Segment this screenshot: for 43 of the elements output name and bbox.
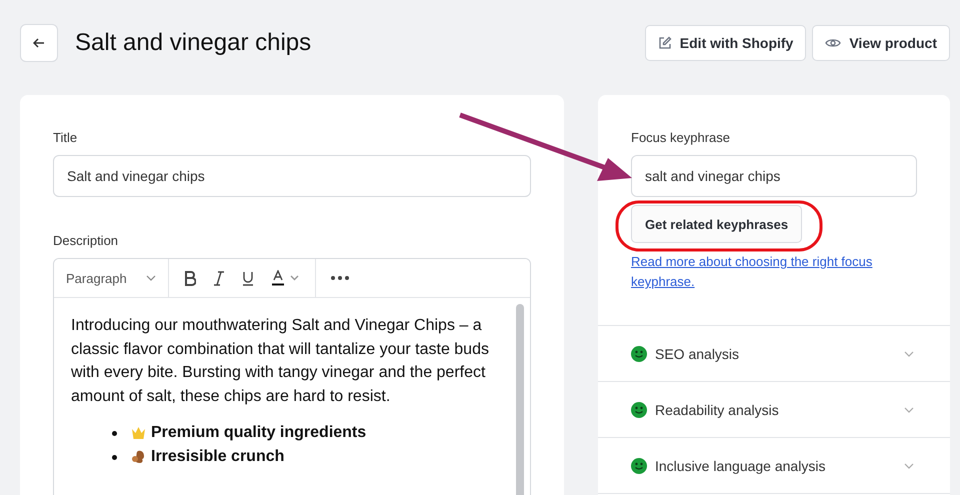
rich-text-editor[interactable] xyxy=(53,258,531,495)
bullet-dot xyxy=(112,454,117,460)
paragraph-format-select[interactable]: Paragraph xyxy=(54,259,169,297)
get-related-keyphrases-button[interactable]: Get related keyphrases xyxy=(631,205,802,243)
description-paragraph: Introducing our mouthwatering Salt and Vinegar Chips – a classic flavor combination that will tantalize your taste buds with every bite. Bursting with tangy vinegar and the perfect amount of salt, these chips are hard to resist. xyxy=(71,316,490,407)
eye-icon xyxy=(825,37,842,49)
crown-icon xyxy=(131,426,146,440)
analysis-row[interactable]: Readability analysis xyxy=(598,382,950,438)
chevron-down-icon xyxy=(904,462,914,468)
analysis-label: Readability analysis xyxy=(655,402,780,418)
squirrel-icon xyxy=(131,449,146,464)
back-button[interactable] xyxy=(20,24,58,62)
read-more-link[interactable]: Read more about choosing the right focus keyphrase. xyxy=(631,252,917,292)
view-product-button[interactable]: View product xyxy=(812,25,950,61)
chevron-down-icon xyxy=(904,406,914,412)
smiley-icon xyxy=(631,458,647,474)
edit-with-shopify-button[interactable]: Edit with Shopify xyxy=(644,25,806,61)
italic-icon xyxy=(214,270,224,286)
bullet-text: Premium quality ingredients xyxy=(151,423,366,444)
page-title: Salt and vinegar chips xyxy=(75,29,312,57)
bullet-text: Irresisible crunch xyxy=(151,446,284,467)
smiley-icon xyxy=(631,402,647,418)
title-label: Title xyxy=(53,130,78,145)
more-icon xyxy=(331,276,349,280)
analysis-row[interactable]: SEO analysis xyxy=(598,326,950,382)
edit-icon xyxy=(658,36,672,50)
bullet-dot xyxy=(112,431,117,436)
more-options-button[interactable] xyxy=(328,276,352,280)
analysis-row[interactable]: Inclusive language analysis xyxy=(598,438,950,494)
chevron-down-icon xyxy=(904,350,914,356)
smiley-icon xyxy=(631,346,647,362)
focus-keyphrase-input[interactable]: salt and vinegar chips xyxy=(631,155,917,197)
focus-keyphrase-label: Focus keyphrase xyxy=(631,130,731,145)
description-label: Description xyxy=(53,233,120,248)
title-input[interactable]: Salt and vinegar chips xyxy=(53,155,531,197)
italic-button[interactable] xyxy=(211,270,227,286)
text-color-icon xyxy=(272,270,300,286)
back-arrow-icon xyxy=(33,38,45,48)
underline-icon xyxy=(242,270,254,286)
chevron-down-icon xyxy=(146,275,156,281)
analysis-label: SEO analysis xyxy=(655,346,740,362)
analysis-label: Inclusive language analysis xyxy=(655,458,826,474)
bold-icon xyxy=(184,270,196,286)
